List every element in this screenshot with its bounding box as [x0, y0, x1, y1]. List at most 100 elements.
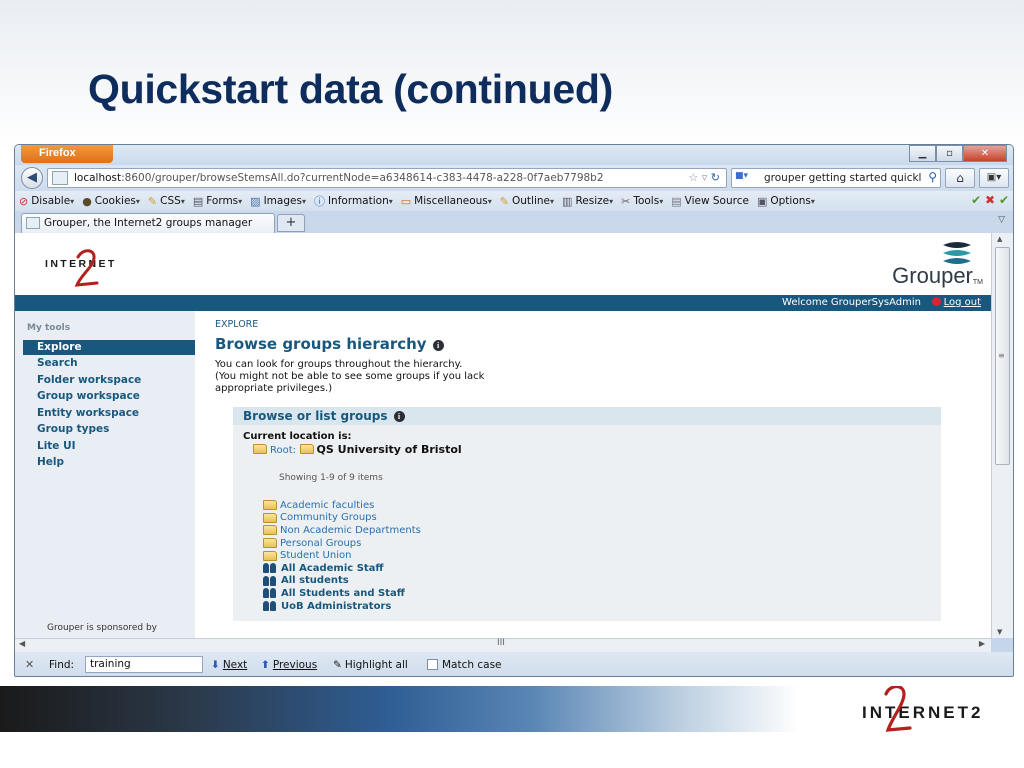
- info-icon[interactable]: i: [393, 411, 405, 422]
- options-icon: ▣: [756, 194, 768, 208]
- list-item[interactable]: Community Groups: [263, 512, 421, 525]
- site-identity-icon[interactable]: [52, 171, 68, 185]
- list-item-label[interactable]: Personal Groups: [280, 538, 361, 549]
- sidebar-item-group-workspace[interactable]: Group workspace: [37, 390, 140, 402]
- list-item[interactable]: Non Academic Departments: [263, 524, 421, 537]
- vertical-scrollbar[interactable]: ▲ ≡ ▼: [991, 233, 1013, 638]
- close-icon[interactable]: ✕: [963, 145, 1007, 162]
- sidebar-heading: My tools: [27, 323, 71, 333]
- dropdown-arrow-icon[interactable]: ▿: [702, 171, 708, 184]
- highlight-all-button[interactable]: ✎ Highlight all: [333, 659, 408, 671]
- forms-icon: ▤: [192, 194, 204, 208]
- find-next-button[interactable]: ⬇ Next: [211, 659, 247, 671]
- dropdown-arrow-icon: ▾: [659, 196, 664, 206]
- grouper-header: INTERNET GrouperTM: [15, 233, 991, 295]
- root-link[interactable]: Root:: [270, 445, 296, 456]
- dropdown-arrow-icon: ▾: [301, 196, 306, 206]
- list-item[interactable]: Student Union: [263, 549, 421, 562]
- devbar-item-resize[interactable]: ▥ Resize ▾: [562, 195, 613, 208]
- list-item[interactable]: All Academic Staff: [263, 562, 421, 575]
- url-bar[interactable]: localhost:8600/grouper/browseStemsAll.do…: [47, 168, 727, 188]
- minimize-icon[interactable]: ▁: [909, 145, 936, 162]
- list-item[interactable]: All Students and Staff: [263, 587, 421, 600]
- breadcrumb[interactable]: EXPLORE: [215, 319, 258, 330]
- devbar-item-information[interactable]: ⓘ Information ▾: [314, 193, 393, 209]
- home-button[interactable]: ⌂: [945, 168, 975, 188]
- current-location-path: Root: QS University of Bristol: [253, 443, 462, 456]
- scroll-left-icon[interactable]: ◀: [19, 639, 25, 648]
- sidebar-item-explore[interactable]: Explore: [37, 341, 82, 353]
- close-find-icon[interactable]: ✕: [25, 658, 34, 671]
- back-button[interactable]: ◀: [21, 167, 43, 189]
- grouper-top-bar: Welcome GrouperSysAdmin Log out: [15, 295, 991, 311]
- devbar-item-view-source[interactable]: ▤ View Source: [671, 195, 749, 208]
- sidebar-item-entity-workspace[interactable]: Entity workspace: [37, 407, 139, 419]
- list-item-label[interactable]: Student Union: [280, 550, 351, 561]
- list-item-label[interactable]: All Students and Staff: [281, 588, 405, 599]
- list-item-label[interactable]: Non Academic Departments: [280, 525, 421, 536]
- find-input[interactable]: training: [85, 656, 203, 673]
- view-source-icon: ▤: [671, 194, 682, 208]
- info-icon[interactable]: i: [432, 340, 444, 351]
- scroll-up-icon[interactable]: ▲: [997, 235, 1002, 243]
- folder-icon: [253, 444, 267, 454]
- dropdown-arrow-icon: ▾: [609, 196, 614, 206]
- logout-link[interactable]: Log out: [931, 297, 981, 308]
- horizontal-scrollbar[interactable]: ◀ III ▶: [15, 638, 991, 652]
- devbar-item-forms[interactable]: ▤ Forms ▾: [193, 195, 242, 208]
- scroll-down-icon[interactable]: ▼: [997, 628, 1002, 636]
- search-input[interactable]: grouper getting started quickly: [764, 172, 922, 184]
- sidebar-item-folder-workspace[interactable]: Folder workspace: [37, 374, 141, 386]
- dropdown-arrow-icon: ▾: [550, 196, 555, 206]
- devbar-item-tools[interactable]: ✂ Tools ▾: [621, 195, 663, 208]
- page-title: Browse groups hierarchy i: [215, 335, 444, 353]
- firefox-menu-button[interactable]: Firefox: [21, 145, 113, 163]
- outline-icon: ✎: [499, 194, 510, 208]
- devbar-item-disable[interactable]: ⊘ Disable ▾: [19, 195, 74, 208]
- sidebar-item-lite-ui[interactable]: Lite UI: [37, 440, 76, 452]
- dropdown-arrow-icon: ▾: [70, 196, 75, 206]
- devbar-item-miscellaneous[interactable]: ▭ Miscellaneous ▾: [401, 195, 492, 208]
- bookmarks-icon: ▣▾: [986, 172, 1002, 183]
- list-item-label[interactable]: All Academic Staff: [281, 563, 384, 574]
- url-text[interactable]: localhost:8600/grouper/browseStemsAll.do…: [74, 172, 604, 184]
- list-item[interactable]: All students: [263, 575, 421, 588]
- scroll-right-icon[interactable]: ▶: [979, 639, 985, 648]
- list-item-label[interactable]: All students: [281, 575, 349, 586]
- new-tab-button[interactable]: +: [277, 214, 305, 232]
- maximize-icon[interactable]: ▫: [936, 145, 963, 162]
- images-icon: ▨: [250, 194, 261, 208]
- magnifier-icon[interactable]: ⚲: [928, 170, 937, 184]
- match-case-checkbox[interactable]: Match case: [427, 659, 502, 671]
- list-item[interactable]: Personal Groups: [263, 537, 421, 550]
- devbar-item-cookies[interactable]: ● Cookies ▾: [82, 195, 140, 208]
- devbar-item-images[interactable]: ▨ Images ▾: [250, 195, 306, 208]
- browser-window: Firefox ▁ ▫ ✕ ◀ localhost:8600/grouper/b…: [14, 144, 1014, 677]
- list-item-label[interactable]: Community Groups: [280, 512, 377, 523]
- sidebar-item-help[interactable]: Help: [37, 456, 64, 468]
- devbar-item-options[interactable]: ▣ Options ▾: [757, 195, 815, 208]
- list-item-label[interactable]: Academic faculties: [280, 500, 374, 511]
- sidebar-item-group-types[interactable]: Group types: [37, 423, 109, 435]
- find-previous-button[interactable]: ⬆ Previous: [261, 659, 317, 671]
- sidebar-item-search[interactable]: Search: [37, 357, 78, 369]
- list-item[interactable]: Academic faculties: [263, 499, 421, 512]
- search-bar[interactable]: ■▾ grouper getting started quickly ⚲: [731, 168, 941, 188]
- devbar-item-css[interactable]: ✎ CSS ▾: [148, 195, 185, 208]
- grouper-sidebar: My tools Explore Search Folder workspace…: [15, 311, 195, 638]
- validation-status-icons[interactable]: ✔ ✖ ✔: [971, 193, 1009, 207]
- group-icon: [263, 563, 278, 574]
- dropdown-arrow-icon: ▾: [388, 196, 393, 206]
- tab-list-icon[interactable]: ▽: [998, 215, 1005, 225]
- web-developer-toolbar: ⊘ Disable ▾ ● Cookies ▾ ✎ CSS ▾ ▤ Forms ▾ ▨ Images ▾ ⓘ I…: [15, 191, 1013, 211]
- reload-icon[interactable]: ↻: [711, 171, 720, 184]
- item-count: Showing 1-9 of 9 items: [279, 473, 383, 483]
- list-item[interactable]: UoB Administrators: [263, 600, 421, 613]
- devbar-item-outline[interactable]: ✎ Outline ▾: [500, 195, 554, 208]
- bookmarks-button[interactable]: ▣▾: [979, 168, 1009, 188]
- google-icon[interactable]: ■▾: [735, 171, 761, 185]
- bookmark-star-icon[interactable]: ☆: [688, 171, 698, 184]
- up-arrow-icon: ⬆: [261, 659, 270, 671]
- tab-grouper[interactable]: Grouper, the Internet2 groups manager: [21, 213, 275, 233]
- list-item-label[interactable]: UoB Administrators: [281, 601, 391, 612]
